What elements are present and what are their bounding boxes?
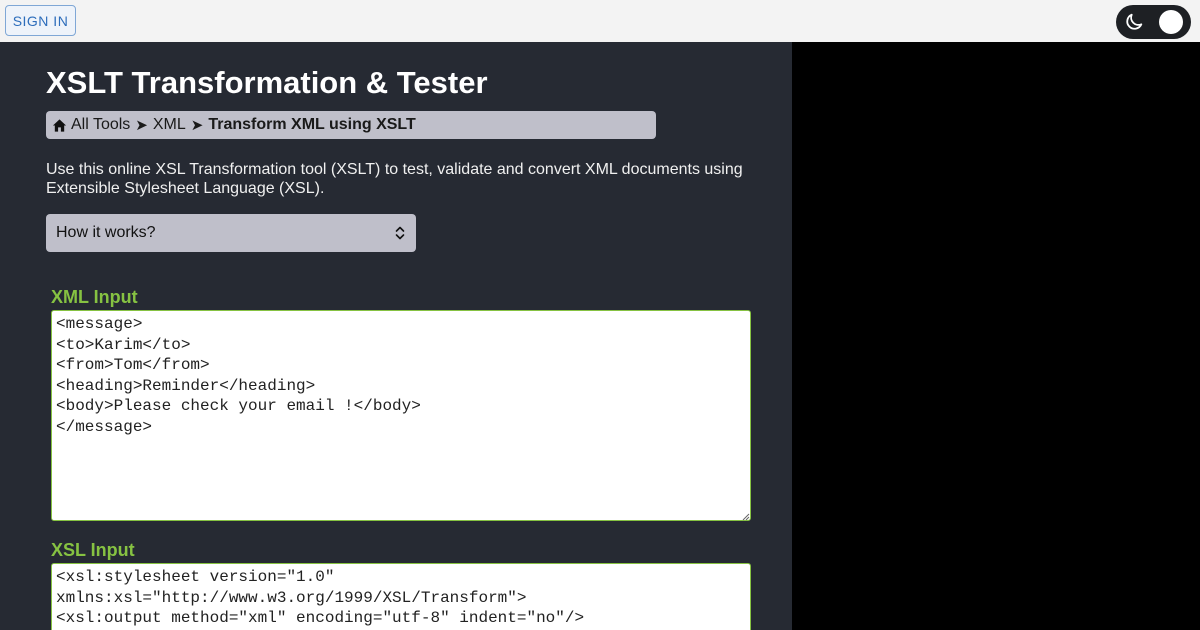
xml-input-label: XML Input — [51, 287, 138, 307]
xsl-input-label: XSL Input — [51, 540, 135, 560]
theme-toggle[interactable] — [1116, 5, 1191, 39]
toggle-knob — [1159, 10, 1183, 34]
breadcrumb-separator: ➤ — [135, 117, 148, 134]
breadcrumb: All Tools ➤ XML ➤ Transform XML using XS… — [46, 111, 656, 139]
chevron-up-down-icon — [395, 226, 405, 240]
intro-text: Use this online XSL Transformation tool … — [46, 161, 743, 197]
page-title: XSLT Transformation & Tester — [46, 65, 488, 100]
side-panel — [792, 42, 1200, 630]
breadcrumb-link-all-tools[interactable]: All Tools — [71, 116, 130, 134]
resize-grip-icon[interactable] — [741, 512, 750, 521]
breadcrumb-current: Transform XML using XSLT — [208, 116, 416, 133]
how-it-works-dropdown[interactable]: How it works? — [46, 214, 416, 252]
sign-in-button[interactable]: SIGN IN — [5, 5, 76, 36]
xsl-input-textarea[interactable]: <xsl:stylesheet version="1.0" xmlns:xsl=… — [51, 563, 751, 630]
home-icon[interactable] — [52, 118, 67, 133]
breadcrumb-separator: ➤ — [190, 117, 204, 134]
top-bar: SIGN IN — [0, 0, 1200, 42]
how-it-works-label: How it works? — [56, 224, 156, 241]
breadcrumb-link-xml[interactable]: XML — [153, 116, 186, 134]
xml-input-textarea[interactable]: <message> <to>Karim</to> <from>Tom</from… — [51, 310, 751, 521]
moon-icon — [1126, 13, 1143, 30]
main-panel: XSLT Transformation & Tester All Tools ➤… — [0, 42, 792, 630]
